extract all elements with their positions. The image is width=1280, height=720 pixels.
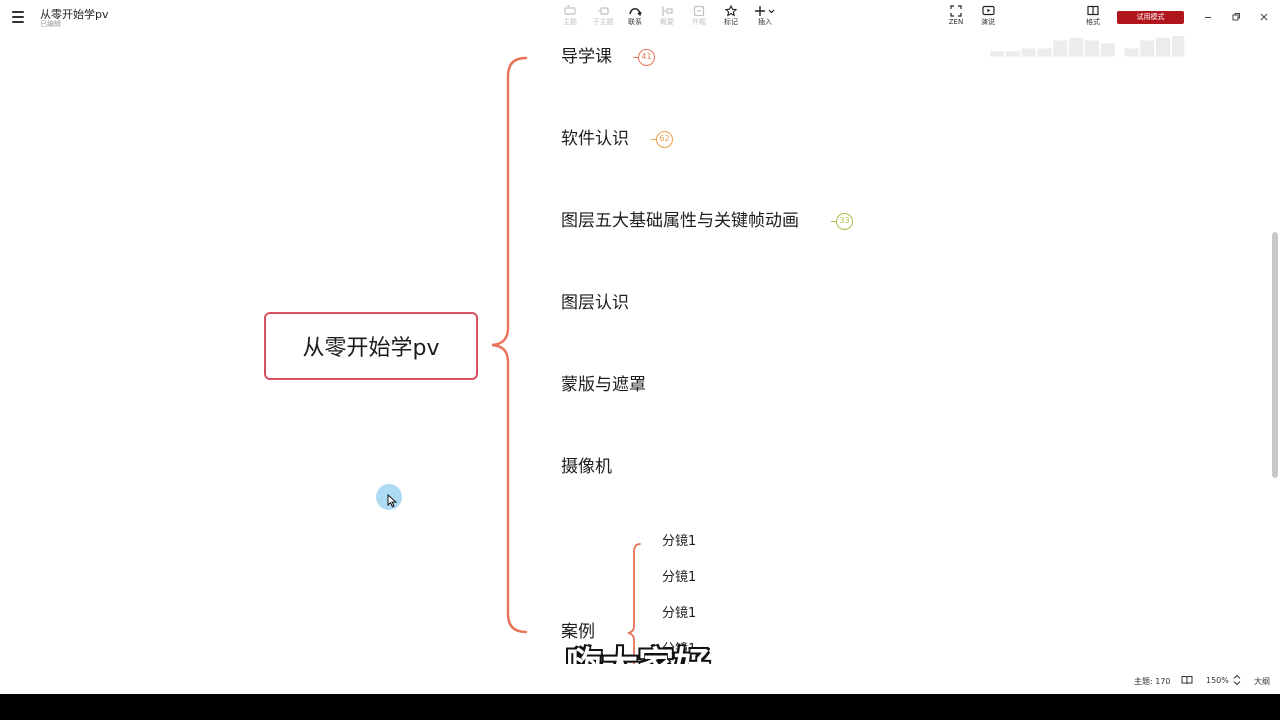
video-subtitle: 嗨大家好 xyxy=(565,644,711,664)
format-label: 格式 xyxy=(1086,18,1100,26)
central-topic[interactable]: 从零开始学pv xyxy=(264,312,478,380)
topic-icon xyxy=(564,5,576,15)
topic-case[interactable]: 案例 xyxy=(561,622,595,642)
mouse-cursor-icon xyxy=(387,494,397,508)
boundary-label: 外框 xyxy=(692,18,706,26)
document-status: 已编辑 xyxy=(40,20,61,28)
relationship-label: 联系 xyxy=(628,18,642,26)
title-toolbar: 从零开始学pv 已编辑 主题 子主题 联系 概要 外框 标记 插入 ZEN 演说… xyxy=(0,0,1280,36)
badge-count: 41 xyxy=(638,49,655,66)
zen-mode-button[interactable]: ZEN xyxy=(939,5,973,31)
watermark-logo: ▂▂▃▃▆▇▆▅ ▃▆▇▉ xyxy=(990,36,1188,57)
topic-masks[interactable]: 蒙版与遮罩 xyxy=(561,375,646,395)
topic-layers[interactable]: 图层认识 xyxy=(561,293,629,313)
subtopic-storyboard[interactable]: 分镜1 xyxy=(662,534,696,550)
marker-label: 标记 xyxy=(724,18,738,26)
relationship-button[interactable]: 联系 xyxy=(618,5,652,31)
insert-label: 插入 xyxy=(758,18,772,26)
topic-intro[interactable]: 导学课 xyxy=(561,47,612,67)
topic-count: 主题: 170 xyxy=(1134,677,1171,686)
presentation-button[interactable]: 演说 xyxy=(971,5,1005,31)
zen-label: ZEN xyxy=(948,18,964,26)
boundary-button[interactable]: 外框 xyxy=(682,5,716,31)
zoom-level[interactable]: 150% xyxy=(1206,676,1229,685)
boundary-icon xyxy=(693,5,705,17)
summary-label: 概要 xyxy=(660,18,674,26)
mindmap-canvas[interactable]: ▂▂▃▃▆▇▆▅ ▃▆▇▉ 从零开始学pv 导学课 41 软件认识 62 图层五… xyxy=(0,36,1280,664)
format-panel-icon xyxy=(1087,5,1099,16)
topic-layer-properties[interactable]: 图层五大基础属性与关键帧动画 xyxy=(561,211,799,231)
outline-button[interactable]: 大纲 xyxy=(1254,676,1270,687)
minimize-icon[interactable] xyxy=(1200,9,1216,25)
subtopic-storyboard[interactable]: 分镜1 xyxy=(662,570,696,586)
summary-icon xyxy=(662,6,673,16)
subtopic-button[interactable]: 子主题 xyxy=(586,5,620,31)
trial-mode-button[interactable]: 试用模式 xyxy=(1117,11,1184,24)
star-icon xyxy=(725,5,737,17)
format-panel-button[interactable]: 格式 xyxy=(1076,5,1110,31)
mindmap-connectors xyxy=(491,56,641,664)
video-letterbox xyxy=(0,694,1280,720)
badge-count: 33 xyxy=(836,213,853,230)
insert-button[interactable]: 插入 xyxy=(748,5,782,31)
status-bar: 主题: 170 150% 大纲 xyxy=(0,664,1280,694)
summary-button[interactable]: 概要 xyxy=(650,5,684,31)
topic-camera[interactable]: 摄像机 xyxy=(561,457,612,477)
zoom-stepper-icon[interactable] xyxy=(1233,674,1241,688)
fullscreen-icon xyxy=(950,5,962,17)
subtopic-icon xyxy=(598,7,609,15)
book-icon[interactable] xyxy=(1181,675,1193,687)
relationship-icon xyxy=(629,8,642,17)
marker-button[interactable]: 标记 xyxy=(714,5,748,31)
subtopic-label: 子主题 xyxy=(592,18,614,26)
topic-label: 主题 xyxy=(563,18,577,26)
topic-button[interactable]: 主题 xyxy=(553,5,587,31)
vertical-scrollbar[interactable] xyxy=(1272,232,1278,478)
hamburger-menu-icon[interactable] xyxy=(12,11,24,23)
restore-icon[interactable] xyxy=(1228,9,1244,25)
main-branch-brace xyxy=(491,56,528,634)
plus-icon xyxy=(755,6,775,16)
close-icon[interactable] xyxy=(1256,9,1272,25)
subtopic-storyboard[interactable]: 分镜1 xyxy=(662,606,696,622)
badge-count: 62 xyxy=(656,131,673,148)
presentation-icon xyxy=(981,5,995,16)
presentation-label: 演说 xyxy=(981,18,995,26)
topic-software[interactable]: 软件认识 xyxy=(561,129,629,149)
